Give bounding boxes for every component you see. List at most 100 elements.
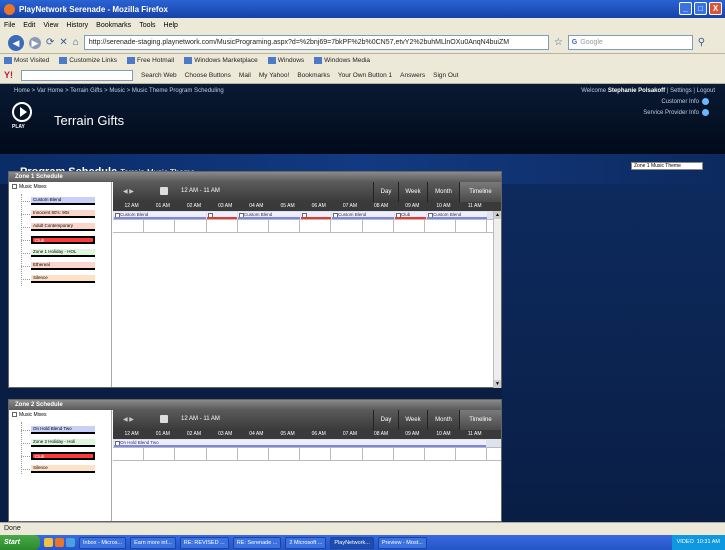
stop-icon[interactable]: ✕ bbox=[59, 37, 67, 48]
yahoo-answers[interactable]: Answers bbox=[400, 72, 425, 79]
scroll-down-icon[interactable]: ▼ bbox=[494, 380, 501, 388]
schedule-event[interactable]: Club bbox=[395, 212, 426, 219]
view-timeline-button[interactable]: Timeline bbox=[459, 410, 501, 430]
tree-root[interactable]: Music Mixes bbox=[9, 182, 111, 190]
service-provider-info-link[interactable]: Service Provider Info bbox=[643, 109, 709, 116]
yahoo-my-yahoo[interactable]: My Yahoo! bbox=[259, 72, 289, 79]
mix-item[interactable]: Innocent 80's: 90s bbox=[31, 210, 95, 218]
hour-label: 05 AM bbox=[280, 431, 295, 437]
page-content: Home > Var Home > Terrain Gifts > Music … bbox=[0, 84, 725, 522]
bookmark-label: Free Hotmail bbox=[136, 57, 175, 65]
view-month-button[interactable]: Month bbox=[427, 410, 459, 430]
yahoo-toolbar: Y! Search Web Choose Buttons Mail My Yah… bbox=[0, 67, 725, 84]
quicklaunch-icon[interactable] bbox=[55, 538, 64, 547]
view-week-button[interactable]: Week bbox=[398, 182, 427, 202]
start-button[interactable]: Start bbox=[0, 535, 40, 550]
schedule-event[interactable]: Custom Blend bbox=[427, 212, 487, 219]
time-range: 12 AM - 11 AM bbox=[181, 188, 220, 194]
back-icon[interactable]: ◀ bbox=[8, 34, 24, 51]
schedule-event[interactable] bbox=[301, 212, 331, 219]
mix-item[interactable]: Ethereal bbox=[31, 262, 95, 270]
time-grid-row[interactable] bbox=[113, 220, 501, 233]
view-day-button[interactable]: Day bbox=[373, 410, 398, 430]
mix-item[interactable]: Silence bbox=[31, 275, 95, 283]
mix-item[interactable]: Custom Blend bbox=[31, 197, 95, 205]
taskbar-item[interactable]: Inbox - Micros... bbox=[79, 536, 127, 549]
menu-history[interactable]: History bbox=[66, 22, 88, 29]
yahoo-logo[interactable]: Y! bbox=[4, 70, 13, 80]
search-input[interactable]: G Google bbox=[567, 35, 693, 50]
customer-info-link[interactable]: Customer Info bbox=[661, 98, 709, 105]
mix-item-selected[interactable]: Club bbox=[31, 236, 95, 244]
bookmark-windows-media[interactable]: Windows Media bbox=[314, 56, 370, 64]
calendar-icon[interactable] bbox=[160, 415, 168, 423]
scroll-up-icon[interactable]: ▲ bbox=[494, 211, 501, 219]
yahoo-search-web[interactable]: Search Web bbox=[141, 72, 177, 79]
schedule-event[interactable]: Custom Blend bbox=[238, 212, 300, 219]
forward-icon[interactable]: ▶ bbox=[29, 36, 41, 49]
schedule-event[interactable] bbox=[207, 212, 237, 219]
close-button[interactable]: X bbox=[709, 2, 722, 15]
tree-root[interactable]: Music Mixes bbox=[9, 410, 111, 418]
taskbar-item[interactable]: Earn more inf... bbox=[130, 536, 176, 549]
bookmark-most-visited[interactable]: Most Visited bbox=[4, 56, 49, 64]
schedule-event[interactable]: Custom Blend bbox=[332, 212, 394, 219]
breadcrumb[interactable]: Home > Var Home > Terrain Gifts > Music … bbox=[14, 88, 224, 94]
yahoo-own-button[interactable]: Your Own Button 1 bbox=[338, 72, 392, 79]
collapse-icon[interactable] bbox=[12, 412, 17, 418]
prev-next-arrows-icon[interactable]: ◀ ▶ bbox=[123, 188, 134, 195]
bookmark-free-hotmail[interactable]: Free Hotmail bbox=[126, 56, 175, 65]
view-day-button[interactable]: Day bbox=[373, 182, 398, 202]
magnifier-icon[interactable]: ⚲ bbox=[698, 37, 705, 48]
menu-file[interactable]: File bbox=[4, 22, 15, 29]
mix-item[interactable]: On Hold Blend Two bbox=[31, 426, 95, 434]
reload-icon[interactable]: ⟳ bbox=[46, 37, 54, 48]
settings-logout-links[interactable]: | Settings | Logout bbox=[667, 88, 715, 94]
prev-next-arrows-icon[interactable]: ◀ ▶ bbox=[123, 416, 134, 423]
star-icon[interactable]: ☆ bbox=[554, 37, 563, 48]
menu-tools[interactable]: Tools bbox=[139, 22, 155, 29]
clock[interactable]: 10:31 AM bbox=[697, 535, 720, 550]
menu-help[interactable]: Help bbox=[164, 22, 178, 29]
time-range: 12 AM - 11 AM bbox=[181, 416, 220, 422]
mix-item-selected[interactable]: Club bbox=[31, 452, 95, 460]
menu-bookmarks[interactable]: Bookmarks bbox=[96, 22, 131, 29]
schedule-event[interactable]: Custom Blend bbox=[114, 212, 206, 219]
bookmark-windows[interactable]: Windows bbox=[267, 56, 304, 64]
calendar-icon[interactable] bbox=[160, 187, 168, 195]
yahoo-mail[interactable]: Mail bbox=[239, 72, 251, 79]
home-icon[interactable]: ⌂ bbox=[73, 37, 79, 48]
bookmark-customize-links[interactable]: Customize Links bbox=[59, 56, 117, 64]
schedule-event[interactable]: On Hold Blend Two bbox=[114, 440, 486, 447]
yahoo-search-input[interactable] bbox=[21, 69, 133, 81]
mix-item[interactable]: Silence bbox=[31, 465, 95, 473]
taskbar-item[interactable]: 2 Microsoft ... bbox=[285, 536, 327, 549]
view-week-button[interactable]: Week bbox=[398, 410, 427, 430]
yahoo-sign-out[interactable]: Sign Out bbox=[433, 72, 458, 79]
maximize-button[interactable]: □ bbox=[694, 2, 707, 15]
bookmark-windows-marketplace[interactable]: Windows Marketplace bbox=[184, 56, 258, 64]
view-month-button[interactable]: Month bbox=[427, 182, 459, 202]
taskbar-item[interactable]: RE: Serenade ... bbox=[232, 536, 282, 549]
view-timeline-button[interactable]: Timeline bbox=[459, 182, 501, 202]
url-bar[interactable]: http://serenade-staging.playnetwork.com/… bbox=[83, 35, 549, 50]
zone-theme-select[interactable]: Zone 1 Music Theme bbox=[631, 162, 703, 170]
collapse-icon[interactable] bbox=[12, 184, 17, 190]
taskbar-item[interactable]: Preview - Most... bbox=[377, 536, 427, 549]
menu-edit[interactable]: Edit bbox=[23, 22, 35, 29]
minimize-button[interactable]: _ bbox=[679, 2, 692, 15]
mix-item[interactable]: Adult Contemporary bbox=[31, 223, 95, 231]
taskbar-item-active[interactable]: PlayNetwork... bbox=[330, 536, 374, 549]
yahoo-bookmarks[interactable]: Bookmarks bbox=[297, 72, 330, 79]
time-grid-row[interactable] bbox=[113, 448, 501, 461]
tray-label[interactable]: VIDEO bbox=[677, 535, 694, 550]
mix-label: Ethereal bbox=[33, 262, 50, 267]
mix-item[interactable]: Zone 1 Holiday - HOL bbox=[31, 249, 95, 257]
zone1-scrollbar[interactable]: ▲ ▼ bbox=[493, 211, 501, 388]
yahoo-choose-buttons[interactable]: Choose Buttons bbox=[185, 72, 231, 79]
taskbar-item[interactable]: RE: REVISED ... bbox=[179, 536, 229, 549]
menu-view[interactable]: View bbox=[43, 22, 58, 29]
mix-item[interactable]: Zone 2 Holiday - Holi bbox=[31, 439, 95, 447]
quicklaunch-icon[interactable] bbox=[44, 538, 53, 547]
quicklaunch-icon[interactable] bbox=[66, 538, 75, 547]
